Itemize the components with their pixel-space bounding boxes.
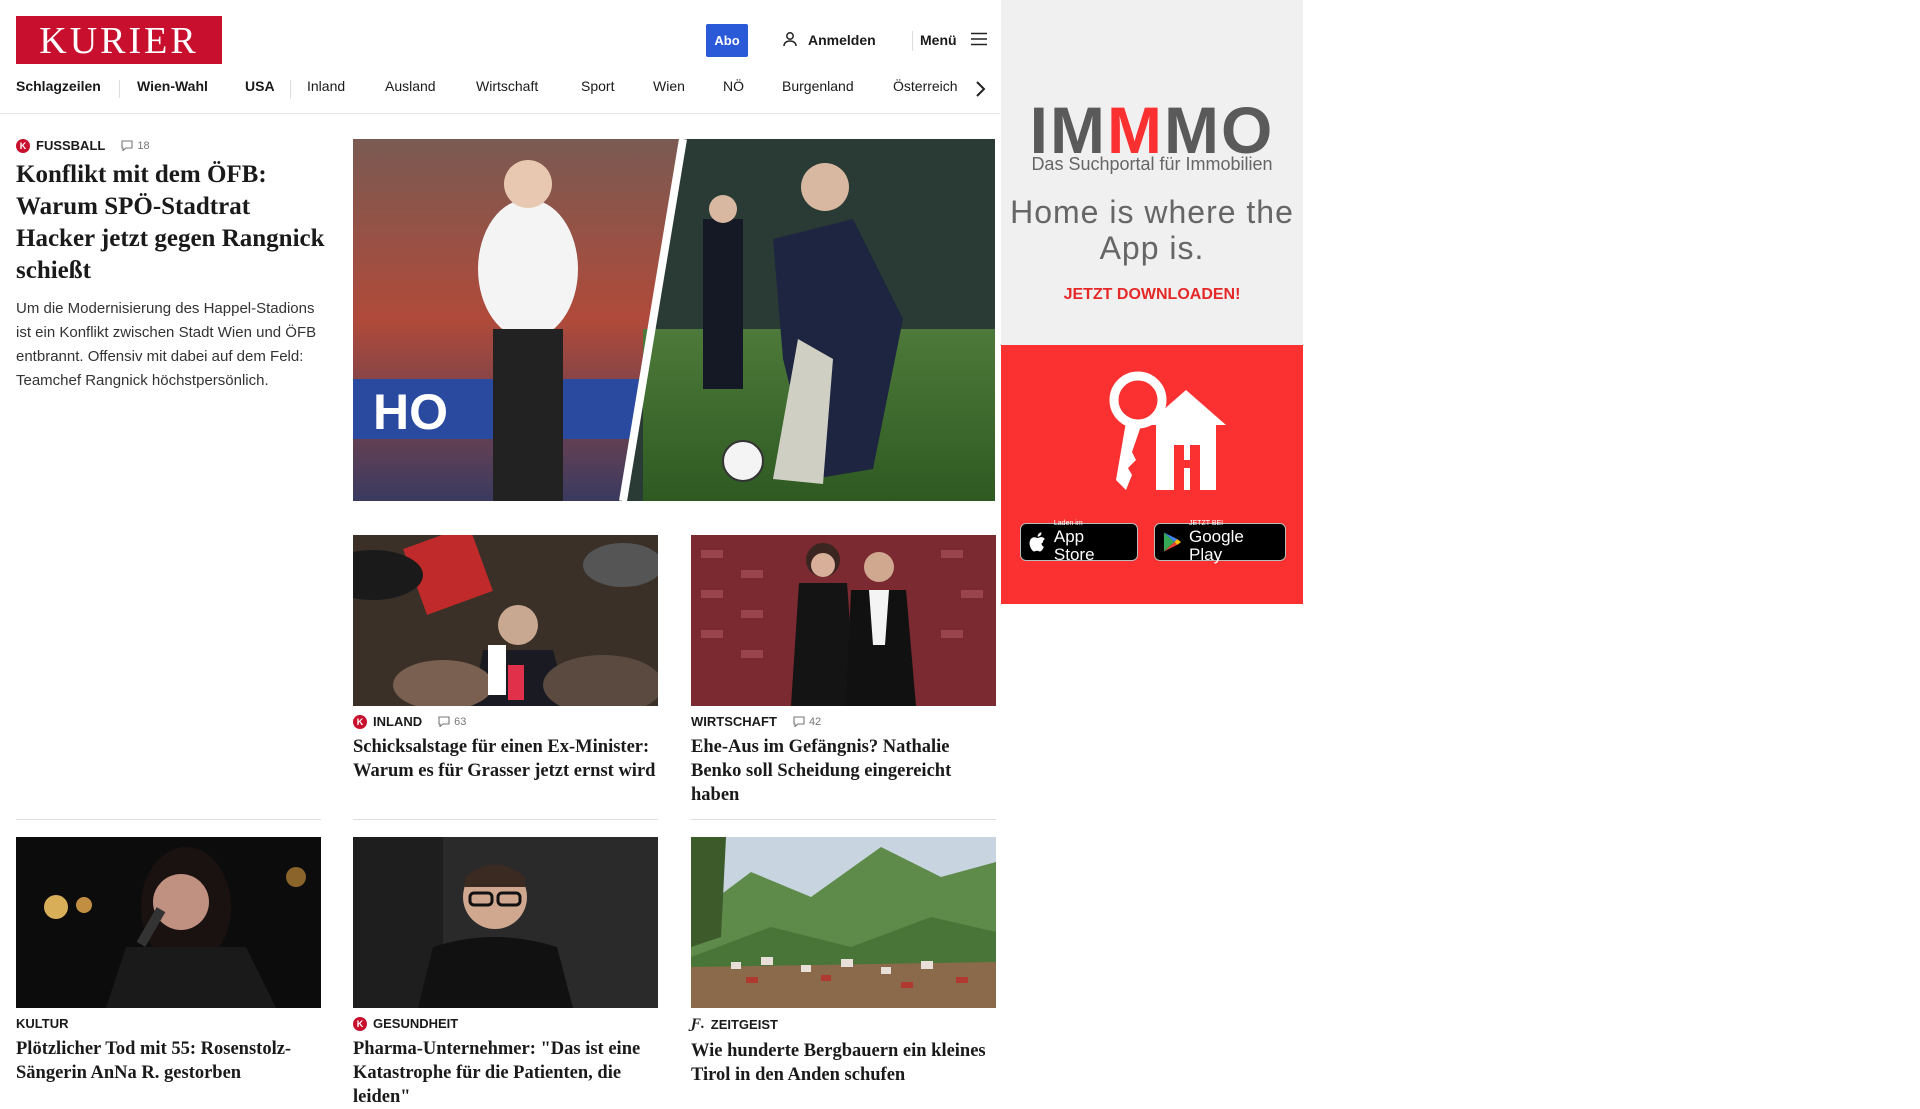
login-label: Anmelden bbox=[808, 32, 876, 48]
lead-kicker-label: FUSSBALL bbox=[36, 138, 106, 153]
nav-item-wien-wahl[interactable]: Wien-Wahl bbox=[137, 78, 208, 94]
apple-icon bbox=[1029, 532, 1045, 552]
nav-item-sport[interactable]: Sport bbox=[581, 78, 614, 94]
menu-label: Menü bbox=[920, 32, 957, 48]
nav-item-burgenland[interactable]: Burgenland bbox=[782, 78, 854, 94]
svg-text:HO: HO bbox=[373, 384, 448, 440]
nav-scroll-right-button[interactable] bbox=[970, 78, 990, 100]
article-card-inland[interactable]: K INLAND 63 Schicksalstage für einen Ex-… bbox=[353, 714, 658, 783]
lead-comment-count: 18 bbox=[137, 139, 150, 152]
headline-wirtschaft[interactable]: Ehe-Aus im Gefängnis? Nathalie Benko sol… bbox=[691, 735, 996, 807]
ad-tagline: Home is where the App is. bbox=[1010, 194, 1294, 266]
kicker-label: ZEITGEIST bbox=[710, 1017, 778, 1032]
kicker-zeitgeist[interactable]: ƒ. ZEITGEIST bbox=[691, 1016, 996, 1033]
article-card-zeitgeist[interactable]: ƒ. ZEITGEIST Wie hunderte Bergbauern ein… bbox=[691, 1016, 996, 1087]
kicker-gesundheit[interactable]: K GESUNDHEIT bbox=[353, 1016, 658, 1031]
article-image-gesundheit[interactable] bbox=[353, 837, 658, 1008]
card-divider bbox=[353, 819, 658, 820]
article-card-gesundheit[interactable]: K GESUNDHEIT Pharma-Unternehmer: "Das is… bbox=[353, 1016, 658, 1109]
google-play-badge[interactable]: JETZT BEI Google Play bbox=[1154, 520, 1286, 564]
nav-item-oesterreich[interactable]: Österreich bbox=[893, 78, 958, 94]
lead-comments[interactable]: 18 bbox=[121, 139, 150, 152]
comments-wirtschaft[interactable]: 42 bbox=[793, 716, 821, 728]
menu-button[interactable]: Menü bbox=[920, 28, 987, 52]
kurier-plus-icon: K bbox=[16, 138, 30, 153]
ad-top-panel: IMMMO Das Suchportal für Immobilien Home… bbox=[1001, 0, 1303, 345]
card-divider bbox=[16, 819, 321, 820]
app-store-text: Laden im App Store bbox=[1053, 520, 1095, 564]
article-card-wirtschaft[interactable]: WIRTSCHAFT 42 Ehe-Aus im Gefängnis? Nath… bbox=[691, 714, 996, 807]
abo-button[interactable]: Abo bbox=[706, 24, 748, 57]
article-image-wirtschaft[interactable] bbox=[691, 535, 996, 706]
nav-item-usa[interactable]: USA bbox=[245, 78, 275, 94]
hamburger-icon bbox=[970, 32, 987, 49]
ad-download-cta[interactable]: JETZT DOWNLOADEN! bbox=[1001, 286, 1303, 304]
header-divider-line bbox=[0, 113, 1000, 114]
lead-headline[interactable]: Konflikt mit dem ÖFB: Warum SPÖ-Stadtrat… bbox=[16, 159, 326, 287]
comment-count: 63 bbox=[454, 715, 467, 728]
ad-subtitle: Das Suchportal für Immobilien bbox=[1031, 154, 1273, 174]
kicker-label: KULTUR bbox=[16, 1016, 69, 1031]
ad-bottom-panel bbox=[1001, 345, 1303, 604]
article-image-inland[interactable] bbox=[353, 535, 658, 706]
kicker-label: GESUNDHEIT bbox=[373, 1016, 459, 1031]
headline-inland[interactable]: Schicksalstage für einen Ex-Minister: Wa… bbox=[353, 735, 658, 783]
kurier-plus-icon: K bbox=[353, 1016, 367, 1031]
header-divider bbox=[912, 31, 913, 51]
headline-gesundheit[interactable]: Pharma-Unternehmer: "Das ist eine Katast… bbox=[353, 1037, 658, 1109]
nav-item-inland[interactable]: Inland bbox=[307, 78, 345, 94]
comment-icon bbox=[793, 716, 805, 727]
lead-teaser: Um die Modernisierung des Happel-Stadion… bbox=[16, 300, 317, 389]
kicker-wirtschaft[interactable]: WIRTSCHAFT 42 bbox=[691, 714, 996, 729]
lead-article-image[interactable]: HO bbox=[353, 139, 995, 501]
article-card-kultur[interactable]: KULTUR Plötzlicher Tod mit 55: Rosenstol… bbox=[16, 1016, 321, 1085]
article-image-kultur[interactable] bbox=[16, 837, 321, 1008]
chevron-right-icon bbox=[976, 81, 986, 97]
nav-item-ausland[interactable]: Ausland bbox=[385, 78, 436, 94]
kicker-inland[interactable]: K INLAND 63 bbox=[353, 714, 658, 729]
nav-divider bbox=[119, 80, 120, 98]
nav-item-wirtschaft[interactable]: Wirtschaft bbox=[476, 78, 538, 94]
kicker-label: WIRTSCHAFT bbox=[691, 714, 777, 729]
comment-count: 42 bbox=[808, 715, 822, 728]
house-key-icon bbox=[1109, 371, 1226, 490]
card-divider bbox=[691, 819, 996, 820]
comment-icon bbox=[438, 716, 450, 727]
immmo-ad-banner[interactable]: IMMMO Das Suchportal für Immobilien Home… bbox=[1001, 0, 1303, 604]
lead-kicker[interactable]: K FUSSBALL 18 bbox=[16, 138, 326, 153]
zeitgeist-icon: ƒ. bbox=[691, 1016, 705, 1032]
article-image-zeitgeist[interactable] bbox=[691, 837, 996, 1008]
kurier-plus-icon: K bbox=[353, 714, 367, 729]
kurier-logo[interactable]: KURIER bbox=[16, 16, 222, 64]
login-button[interactable]: Anmelden bbox=[782, 28, 876, 52]
lead-article[interactable]: K FUSSBALL 18 Konflikt mit dem ÖFB: Waru… bbox=[16, 138, 326, 393]
nav-item-noe[interactable]: NÖ bbox=[723, 78, 744, 94]
nav-item-wien[interactable]: Wien bbox=[653, 78, 685, 94]
kicker-label: INLAND bbox=[373, 714, 423, 729]
google-play-text: JETZT BEI Google Play bbox=[1189, 520, 1244, 564]
user-icon bbox=[782, 31, 798, 50]
app-store-badge[interactable]: Laden im App Store bbox=[1020, 520, 1138, 564]
google-play-icon bbox=[1163, 532, 1182, 552]
headline-kultur[interactable]: Plötzlicher Tod mit 55: Rosenstolz-Sänge… bbox=[16, 1037, 321, 1085]
nav-item-schlagzeilen[interactable]: Schlagzeilen bbox=[16, 78, 101, 94]
nav-divider bbox=[290, 80, 291, 98]
comments-inland[interactable]: 63 bbox=[438, 716, 466, 728]
comment-icon bbox=[121, 140, 133, 151]
kicker-kultur[interactable]: KULTUR bbox=[16, 1016, 321, 1031]
